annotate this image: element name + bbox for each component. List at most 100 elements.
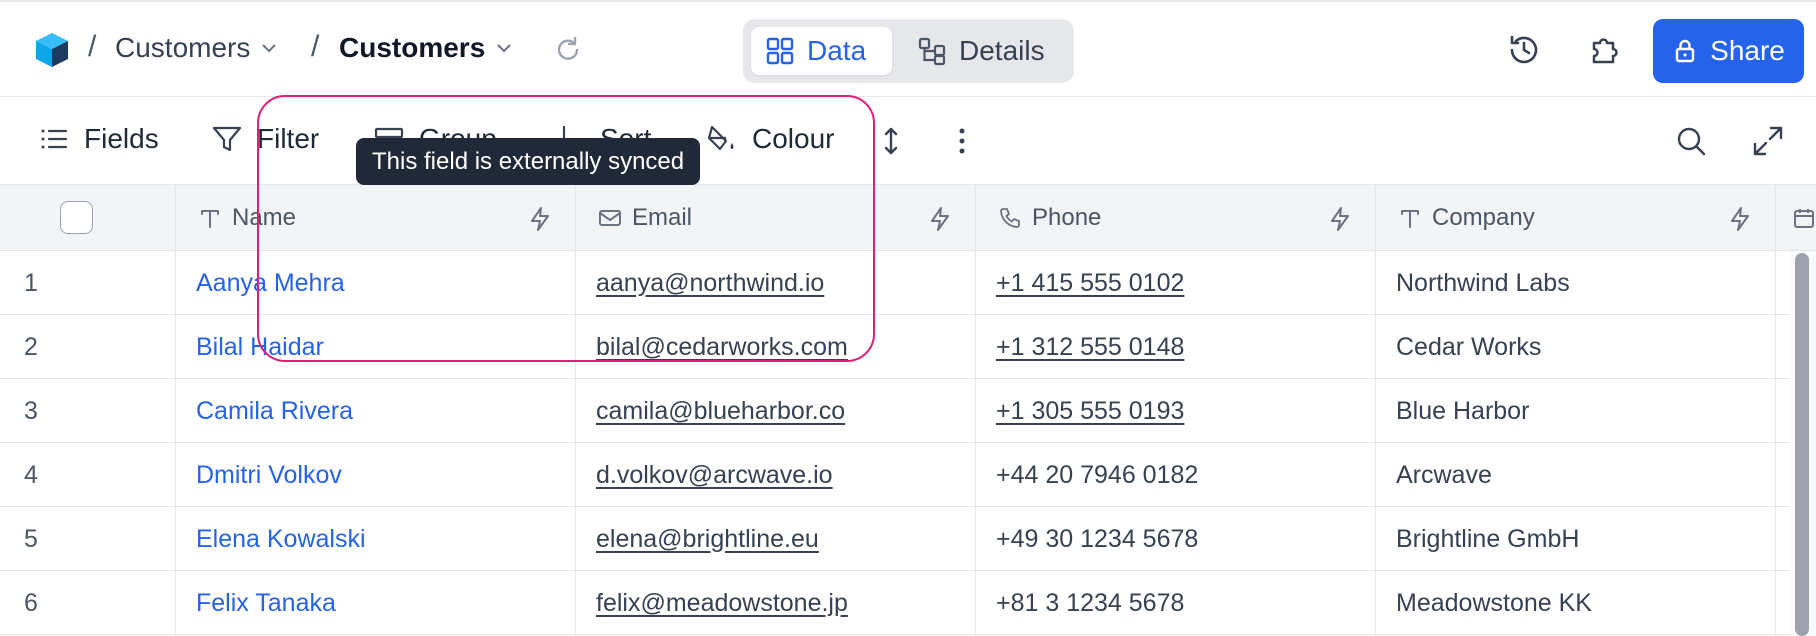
phone-cell-text[interactable]: +1 305 555 0193 (996, 397, 1184, 426)
table-row[interactable]: 5 Elena Kowalski elena@brightline.eu +49 30… (0, 507, 1816, 571)
chevron-down-icon (262, 44, 277, 53)
company-cell[interactable]: Northwind Labs (1376, 251, 1776, 315)
details-view-button[interactable]: Details (903, 27, 1068, 75)
name-cell[interactable]: Felix Tanaka (176, 571, 576, 635)
phone-cell[interactable]: +44 20 7946 0182 (976, 443, 1376, 507)
more-icon[interactable] (945, 124, 979, 158)
company-cell-text: Brightline GmbH (1396, 524, 1580, 553)
filter-label: Filter (257, 123, 320, 154)
chevron-down-icon (497, 44, 511, 53)
company-cell-text: Cedar Works (1396, 332, 1542, 361)
mail-icon (599, 210, 621, 226)
column-header-phone[interactable]: Phone (976, 185, 1376, 251)
company-cell-text: Meadowstone KK (1396, 588, 1592, 617)
email-cell[interactable]: d.volkov@arcwave.io (576, 443, 976, 507)
column-header-phone-label: Phone (1032, 204, 1102, 231)
column-header-date[interactable] (1776, 185, 1816, 251)
refresh-icon[interactable] (554, 36, 582, 64)
row-height-icon[interactable] (874, 124, 908, 158)
share-button[interactable]: Share (1653, 19, 1804, 83)
phone-cell[interactable]: +1 305 555 0193 (976, 379, 1376, 443)
details-view-label: Details (959, 35, 1045, 66)
name-cell[interactable]: Elena Kowalski (176, 507, 576, 571)
company-cell[interactable]: Brightline GmbH (1376, 507, 1776, 571)
email-cell[interactable]: bilal@cedarworks.com (576, 315, 976, 379)
lock-icon (1675, 39, 1695, 63)
email-cell[interactable]: camila@blueharbor.co (576, 379, 976, 443)
column-header-name-label: Name (232, 204, 297, 231)
company-cell[interactable]: Cedar Works (1376, 315, 1776, 379)
phone-cell[interactable]: +1 415 555 0102 (976, 251, 1376, 315)
phone-cell[interactable]: +81 3 1234 5678 (976, 571, 1376, 635)
email-cell-text[interactable]: camila@blueharbor.co (596, 397, 845, 426)
sync-bolt-icon (1331, 207, 1349, 231)
vertical-scrollbar[interactable] (1795, 253, 1809, 636)
email-cell-text[interactable]: aanya@northwind.io (596, 269, 824, 298)
sync-bolt-icon (531, 207, 549, 231)
table-row[interactable]: 3 Camila Rivera camila@blueharbor.co +1 305… (0, 379, 1816, 443)
name-cell-text[interactable]: Felix Tanaka (196, 589, 336, 618)
name-cell[interactable]: Dmitri Volkov (176, 443, 576, 507)
name-cell-text[interactable]: Dmitri Volkov (196, 461, 342, 490)
fields-label: Fields (84, 123, 159, 154)
row-number-cell-text: 6 (24, 588, 38, 617)
company-cell-text: Blue Harbor (1396, 396, 1530, 425)
name-cell-text[interactable]: Elena Kowalski (196, 525, 366, 554)
email-cell-text[interactable]: bilal@cedarworks.com (596, 333, 848, 362)
email-cell[interactable]: felix@meadowstone.jp (576, 571, 976, 635)
top-bar: / Customers / Customers Data Details Sha… (0, 0, 1816, 97)
column-header-company-label: Company (1432, 204, 1535, 231)
table-row[interactable]: 4 Dmitri Volkov d.volkov@arcwave.io +44 20 … (0, 443, 1816, 507)
name-cell[interactable]: Bilal Haidar (176, 315, 576, 379)
email-cell[interactable]: aanya@northwind.io (576, 251, 976, 315)
email-cell-text[interactable]: d.volkov@arcwave.io (596, 461, 833, 490)
row-number-cell: 1 (0, 251, 176, 315)
colour-label: Colour (752, 123, 835, 154)
column-header-company[interactable]: Company (1376, 185, 1776, 251)
table-row[interactable]: 6 Felix Tanaka felix@meadowstone.jp +81 3 1… (0, 571, 1816, 635)
phone-cell-text: +49 30 1234 5678 (996, 524, 1199, 553)
breadcrumb-separator: / (311, 30, 320, 63)
filter-button[interactable]: Filter (211, 123, 319, 155)
company-cell[interactable]: Blue Harbor (1376, 379, 1776, 443)
select-all-checkbox[interactable] (60, 201, 93, 234)
table-row[interactable]: 2 Bilal Haidar bilal@cedarworks.com +1 312 … (0, 315, 1816, 379)
fields-button[interactable]: Fields (38, 123, 159, 155)
app-logo-icon[interactable] (34, 31, 70, 69)
extension-icon[interactable] (1586, 32, 1622, 68)
table-row[interactable]: 1 Aanya Mehra aanya@northwind.io +1 415 555… (0, 251, 1816, 315)
breadcrumb-base-label: Customers (115, 32, 251, 63)
column-header-email[interactable]: Email (576, 185, 976, 251)
name-cell-text[interactable]: Bilal Haidar (196, 333, 324, 362)
details-icon (918, 37, 946, 66)
email-cell-text[interactable]: felix@meadowstone.jp (596, 589, 848, 618)
history-icon[interactable] (1506, 32, 1542, 68)
phone-cell[interactable]: +1 312 555 0148 (976, 315, 1376, 379)
email-cell-text[interactable]: elena@brightline.eu (596, 525, 819, 554)
sync-bolt-icon (931, 207, 949, 231)
row-number-cell: 5 (0, 507, 176, 571)
colour-button[interactable]: Colour (706, 123, 834, 155)
name-cell[interactable]: Aanya Mehra (176, 251, 576, 315)
row-number-cell: 2 (0, 315, 176, 379)
name-cell-text[interactable]: Camila Rivera (196, 397, 353, 426)
column-header-name[interactable]: Name (176, 185, 576, 251)
data-view-button[interactable]: Data (751, 27, 892, 75)
phone-cell-text[interactable]: +1 415 555 0102 (996, 269, 1184, 298)
company-cell[interactable]: Arcwave (1376, 443, 1776, 507)
text-field-icon (201, 210, 219, 228)
email-cell[interactable]: elena@brightline.eu (576, 507, 976, 571)
name-cell[interactable]: Camila Rivera (176, 379, 576, 443)
breadcrumb-table[interactable]: Customers (339, 32, 513, 64)
row-number-cell-text: 1 (24, 268, 38, 297)
expand-icon[interactable] (1751, 124, 1785, 158)
phone-cell-text[interactable]: +1 312 555 0148 (996, 333, 1184, 362)
breadcrumb-base[interactable]: Customers (115, 32, 278, 64)
name-cell-text[interactable]: Aanya Mehra (196, 269, 345, 298)
list-icon (41, 129, 68, 149)
phone-icon (1000, 208, 1020, 228)
phone-cell[interactable]: +49 30 1234 5678 (976, 507, 1376, 571)
company-cell[interactable]: Meadowstone KK (1376, 571, 1776, 635)
select-all-column (0, 185, 176, 251)
search-icon[interactable] (1674, 124, 1708, 158)
